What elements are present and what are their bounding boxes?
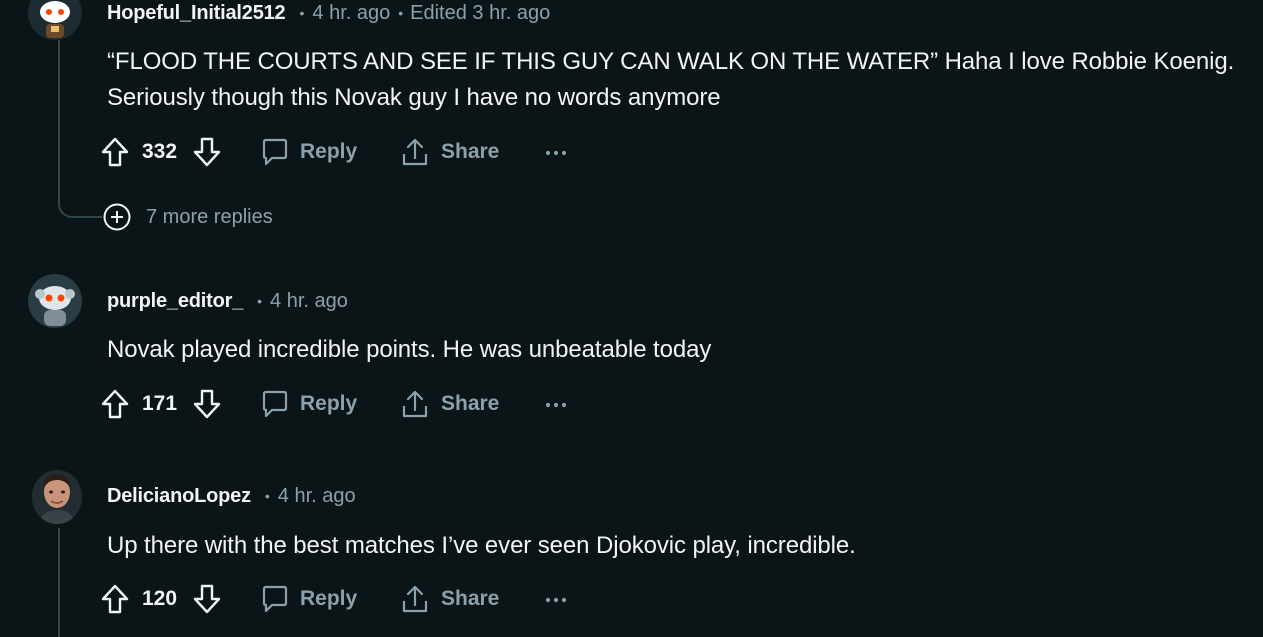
share-label: Share (441, 140, 500, 163)
timestamp[interactable]: 4 hr. ago (278, 485, 356, 508)
comment-text-line: “FLOOD THE COURTS AND SEE IF THIS GUY CA… (107, 48, 1235, 75)
comment-meta: Hopeful_Initial2512 • 4 hr. ago • Edited… (107, 0, 550, 27)
vote-count: 171 (142, 392, 178, 415)
share-button[interactable]: Share (400, 387, 499, 421)
comment-body: “FLOOD THE COURTS AND SEE IF THIS GUY CA… (107, 44, 1234, 116)
timestamp[interactable]: 4 hr. ago (312, 2, 390, 25)
comment-text-line: Seriously though this Novak guy I have n… (107, 84, 721, 111)
upvote-button[interactable] (100, 582, 130, 616)
plus-circle-icon (103, 203, 131, 231)
share-label: Share (441, 587, 500, 610)
user-photo-avatar-icon (32, 470, 82, 524)
edited-label: Edited 3 hr. ago (410, 1, 551, 24)
reply-button[interactable]: Reply (260, 387, 357, 421)
username[interactable]: purple_editor_ (107, 290, 243, 313)
arrow-down-outline-icon (193, 584, 221, 614)
arrow-down-outline-icon (193, 389, 221, 419)
timestamp[interactable]: 4 hr. ago (270, 290, 348, 313)
comment-text-line: Up there with the best matches I’ve ever… (107, 532, 856, 559)
more-options-button[interactable] (544, 135, 568, 169)
more-options-button[interactable] (544, 582, 568, 616)
speech-bubble-icon (262, 585, 288, 613)
downvote-button[interactable] (192, 135, 222, 169)
upvote-button[interactable] (100, 135, 130, 169)
comment-body: Novak played incredible points. He was u… (107, 332, 711, 368)
share-upload-icon (402, 585, 428, 613)
thread-connector (58, 190, 102, 218)
reply-label: Reply (300, 140, 358, 163)
ellipsis-icon (545, 150, 567, 156)
share-label: Share (441, 392, 500, 415)
upvote-button[interactable] (100, 387, 130, 421)
snoo-avatar-icon (28, 274, 82, 328)
comment-meta: DelicianoLopez • 4 hr. ago (107, 482, 356, 510)
arrow-up-outline-icon (101, 137, 129, 167)
arrow-up-outline-icon (101, 389, 129, 419)
reply-label: Reply (300, 587, 358, 610)
reply-button[interactable]: Reply (260, 582, 357, 616)
separator-dot: • (398, 5, 404, 21)
comment-text-line: Novak played incredible points. He was u… (107, 336, 712, 363)
vote-count: 332 (142, 140, 178, 163)
more-replies-button[interactable]: 7 more replies (102, 202, 273, 232)
comment-meta: purple_editor_ • 4 hr. ago (107, 287, 348, 315)
thread-line[interactable] (58, 40, 60, 192)
comment-body: Up there with the best matches I’ve ever… (107, 528, 856, 564)
avatar[interactable] (28, 274, 82, 328)
speech-bubble-icon (262, 390, 288, 418)
separator-dot: • (299, 5, 305, 21)
avatar[interactable] (28, 0, 82, 40)
downvote-button[interactable] (192, 387, 222, 421)
more-options-button[interactable] (544, 387, 568, 421)
separator-dot: • (257, 293, 263, 309)
avatar[interactable] (32, 470, 82, 524)
snoo-avatar-icon (28, 0, 82, 40)
speech-bubble-icon (262, 138, 288, 166)
thread-line[interactable] (58, 528, 60, 637)
share-button[interactable]: Share (400, 582, 499, 616)
arrow-up-outline-icon (101, 584, 129, 614)
vote-count: 120 (142, 587, 178, 610)
arrow-down-outline-icon (193, 137, 221, 167)
username[interactable]: Hopeful_Initial2512 (107, 2, 286, 25)
share-upload-icon (402, 138, 428, 166)
ellipsis-icon (545, 597, 567, 603)
reply-label: Reply (300, 392, 358, 415)
separator-dot: • (264, 488, 270, 504)
username[interactable]: DelicianoLopez (107, 485, 251, 508)
share-upload-icon (402, 390, 428, 418)
reply-button[interactable]: Reply (260, 135, 357, 169)
ellipsis-icon (545, 402, 567, 408)
more-replies-label: 7 more replies (146, 205, 273, 228)
share-button[interactable]: Share (400, 135, 499, 169)
downvote-button[interactable] (192, 582, 222, 616)
